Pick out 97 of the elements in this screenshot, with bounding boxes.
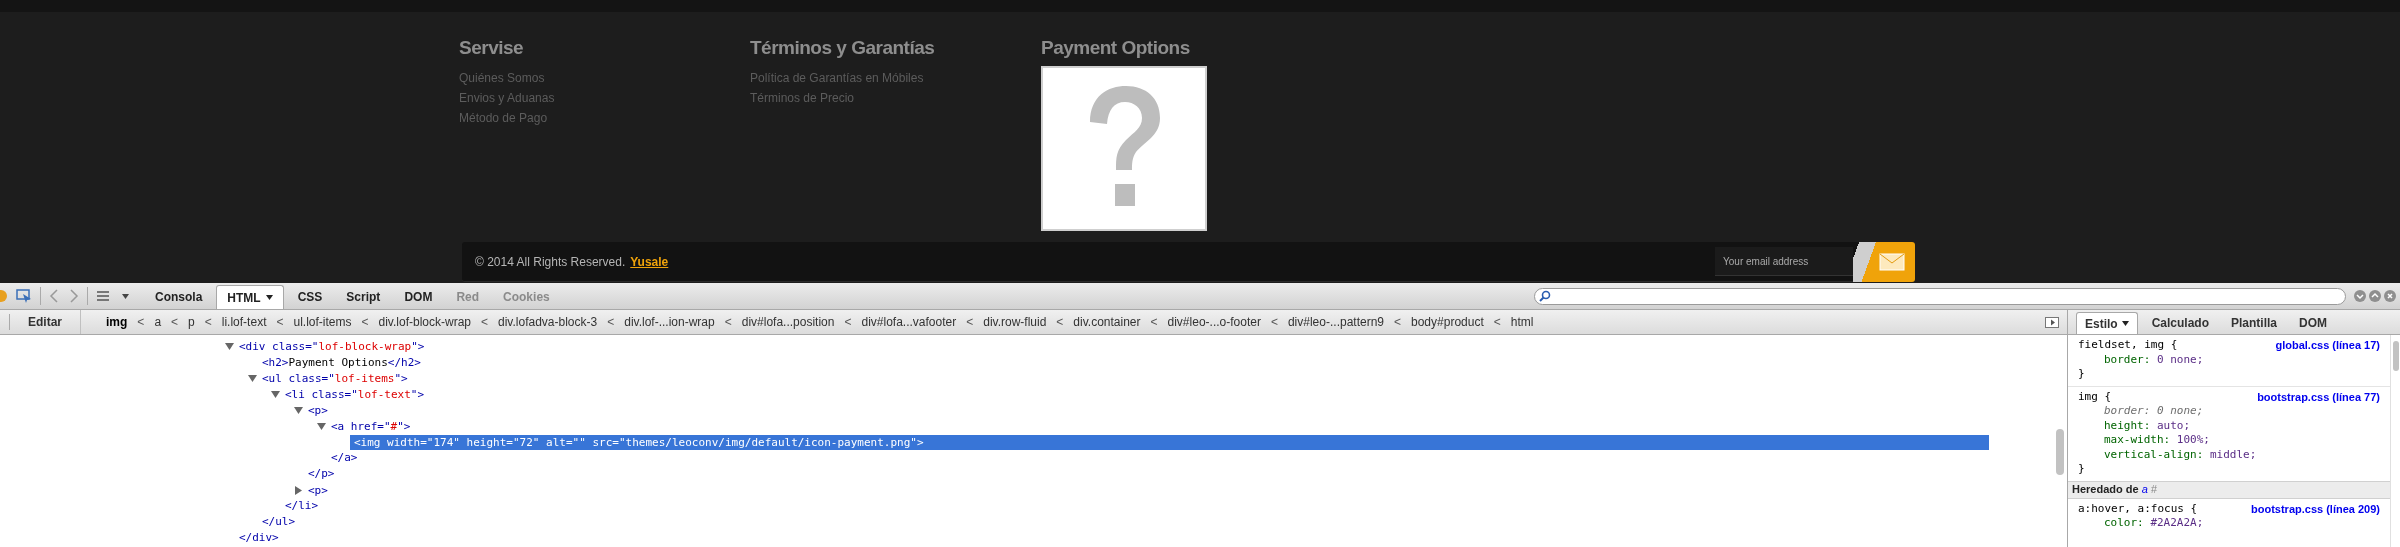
brand-link[interactable]: Yusale: [630, 252, 669, 271]
closing-tag: </p>: [308, 465, 335, 483]
breadcrumb-separator: <: [1394, 314, 1401, 331]
css-property[interactable]: height: auto;: [2104, 418, 2191, 432]
copyright-text: © 2014 All Rights Reserved.: [475, 253, 626, 271]
closing-tag: </div>: [239, 529, 279, 547]
collapsed-triangle-icon[interactable]: [294, 485, 303, 495]
breadcrumb-item[interactable]: div.lof-block-wrap: [378, 313, 471, 331]
breadcrumb-item[interactable]: div.lof-...ion-wrap: [624, 313, 715, 331]
source-link[interactable]: global.css (línea 17): [2275, 338, 2380, 353]
detach-icon[interactable]: [2369, 290, 2381, 302]
css-selector: img {: [2078, 389, 2112, 404]
css-property[interactable]: color: #2A2A2A;: [2104, 516, 2204, 529]
close-icon[interactable]: [2384, 290, 2396, 302]
closing-tag: </li>: [285, 497, 319, 515]
subscribe-button[interactable]: [1853, 241, 1915, 282]
breadcrumb-separator: <: [481, 314, 488, 331]
breadcrumb-item[interactable]: li.lof-text: [221, 313, 267, 331]
side-panel-tab[interactable]: DOM: [2291, 312, 2336, 334]
css-property[interactable]: max-width: 100%;: [2104, 433, 2210, 446]
html-node[interactable]: <p>: [308, 402, 328, 418]
panel-tab[interactable]: Script: [336, 285, 391, 309]
search-icon: [1539, 290, 1551, 302]
edit-button[interactable]: Editar: [10, 310, 81, 334]
css-selector: a:hover, a:focus {: [2078, 501, 2198, 516]
breadcrumb-item[interactable]: div#lofa...position: [741, 313, 835, 331]
source-link[interactable]: bootstrap.css (línea 209): [2251, 501, 2380, 516]
closing-brace: }: [2078, 462, 2085, 477]
css-property[interactable]: border: 0 none;: [2104, 352, 2204, 366]
column-heading: Términos y Garantías: [750, 36, 935, 60]
scrollbar-thumb[interactable]: [2056, 429, 2064, 475]
breadcrumb-item[interactable]: body#product: [1411, 313, 1484, 331]
html-node[interactable]: <ul class="lof-items">: [262, 370, 408, 386]
breadcrumb-item[interactable]: div.row-fluid: [983, 313, 1047, 331]
breadcrumb-separator: <: [361, 314, 369, 331]
breadcrumb-separator: <: [1056, 314, 1064, 331]
breadcrumb-item[interactable]: ul.lof-items: [293, 313, 352, 331]
breadcrumb-separator: <: [137, 314, 145, 331]
breadcrumb-item[interactable]: div#leo-...o-footer: [1167, 313, 1261, 331]
panel-tab[interactable]: Consola: [145, 285, 213, 309]
minimize-icon[interactable]: [2354, 290, 2366, 302]
expanded-triangle-icon[interactable]: [271, 389, 280, 399]
expanded-triangle-icon[interactable]: [317, 421, 326, 431]
breadcrumb-item[interactable]: html: [1510, 313, 1534, 331]
panel-tab[interactable]: DOM: [394, 285, 443, 309]
menu-icon[interactable]: [96, 290, 110, 302]
panel-tab[interactable]: HTML: [216, 285, 284, 309]
dropdown-caret-icon[interactable]: [122, 293, 129, 299]
element-link[interactable]: a: [2141, 481, 2148, 498]
css-property[interactable]: border: 0 none;: [2104, 404, 2204, 417]
breadcrumb-item[interactable]: div.lofadva-block-3: [498, 313, 598, 331]
breadcrumb-item[interactable]: div.container: [1073, 313, 1141, 331]
side-panel-tab[interactable]: Calculado: [2143, 312, 2218, 334]
breadcrumb-item[interactable]: div#leo-...pattern9: [1287, 313, 1384, 331]
html-node[interactable]: <img width="174" height="72" alt="" src="themes/leoconv/img/default/icon-payment.png">: [350, 434, 1989, 450]
inherited-label: Heredado de: [2072, 482, 2139, 498]
html-node[interactable]: <div class="lof-block-wrap">: [239, 338, 425, 354]
breadcrumb-separator: <: [204, 314, 212, 331]
breadcrumb-separator: <: [171, 314, 179, 331]
closing-tag: </ul>: [262, 513, 296, 531]
breadcrumb-separator: <: [1493, 314, 1501, 331]
source-link[interactable]: bootstrap.css (línea 77): [2257, 389, 2380, 404]
panel-tab[interactable]: CSS: [287, 285, 333, 309]
payment-image[interactable]: [1041, 66, 1207, 231]
html-node[interactable]: <h2>Payment Options</h2>: [262, 354, 421, 370]
breadcrumb-separator: <: [607, 314, 615, 331]
closing-tag: </a>: [331, 449, 358, 467]
breadcrumb-separator: <: [844, 314, 852, 331]
expanded-triangle-icon[interactable]: [294, 405, 303, 415]
breadcrumb-item[interactable]: p: [188, 313, 195, 331]
expanded-triangle-icon[interactable]: [248, 373, 257, 383]
inspect-icon[interactable]: [16, 288, 32, 304]
panel-toggle-icon[interactable]: [2045, 316, 2059, 328]
side-panel-tab[interactable]: Estilo: [2076, 312, 2138, 334]
breadcrumb-separator: <: [1270, 314, 1278, 331]
html-node[interactable]: <p>: [308, 482, 328, 498]
search-field[interactable]: [1534, 287, 2346, 305]
expanded-triangle-icon[interactable]: [225, 341, 234, 351]
breadcrumb-separator: <: [1150, 314, 1158, 331]
column-heading: Servise: [459, 36, 524, 60]
breadcrumb-item[interactable]: a: [154, 313, 162, 331]
html-node[interactable]: <li class="lof-text">: [285, 386, 425, 402]
css-selector: fieldset, img {: [2078, 338, 2178, 353]
email-field[interactable]: Your email address: [1715, 247, 1853, 276]
breadcrumb-separator: <: [276, 314, 284, 331]
breadcrumb-separator: <: [724, 314, 732, 331]
html-node[interactable]: <a href="#">: [331, 418, 411, 434]
breadcrumb-separator: <: [966, 314, 974, 331]
breadcrumb-item[interactable]: img: [106, 313, 128, 331]
side-panel-tab[interactable]: Plantilla: [2223, 312, 2286, 334]
closing-brace: }: [2078, 367, 2085, 382]
css-property[interactable]: vertical-align: middle;: [2104, 447, 2257, 461]
element-id: #: [2150, 482, 2157, 498]
breadcrumb-item[interactable]: div#lofa...vafooter: [861, 313, 957, 331]
envelope-icon: [1879, 252, 1905, 271]
column-heading: Payment Options: [1041, 36, 1190, 60]
scrollbar-thumb[interactable]: [2392, 341, 2399, 371]
